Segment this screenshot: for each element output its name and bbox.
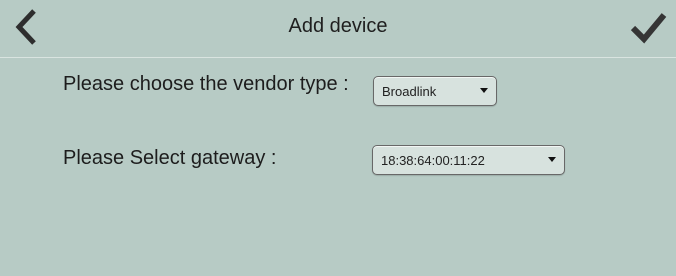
dropdown-arrow-icon [480,88,488,93]
header: Add device [0,0,676,58]
vendor-type-select[interactable]: Broadlink [373,76,497,106]
confirm-button[interactable] [628,8,670,46]
gateway-select[interactable]: 18:38:64:00:11:22 [372,145,565,175]
vendor-type-label: Please choose the vendor type : [63,73,349,95]
gateway-value: 18:38:64:00:11:22 [381,153,485,168]
page-title: Add device [288,15,388,37]
check-icon [630,13,667,44]
vendor-type-value: Broadlink [382,84,437,99]
dropdown-arrow-icon [548,157,556,162]
add-device-screen: Add device Please choose the vendor type… [0,0,676,276]
gateway-label: Please Select gateway : [63,147,277,169]
form-content: Please choose the vendor type : Broadlin… [0,58,676,276]
